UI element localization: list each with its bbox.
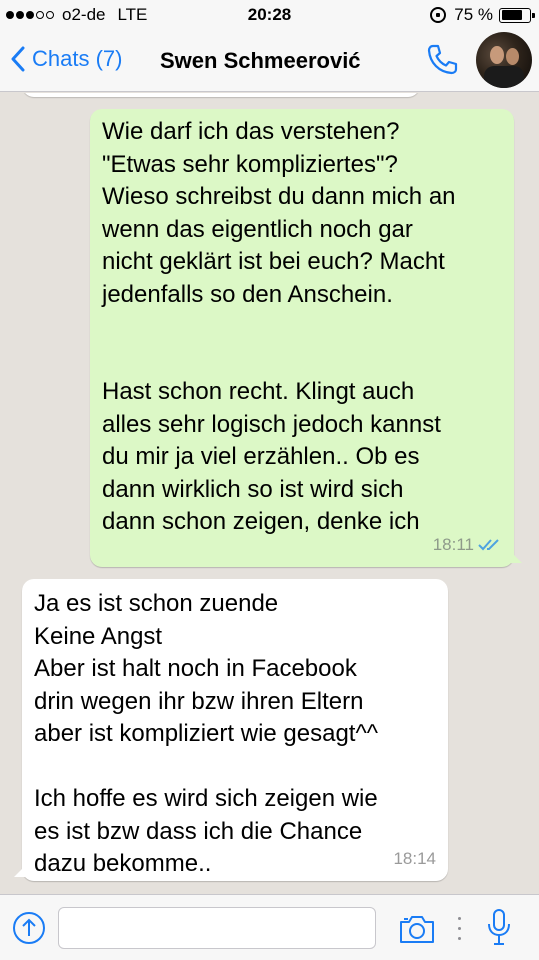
double-check-icon [478,539,499,551]
more-button[interactable] [454,913,464,943]
camera-button[interactable] [398,913,436,945]
camera-icon [400,916,434,943]
message-line: du mir ja viel erzählen.. Ob es [102,443,420,470]
battery-percent: 75 % [454,5,493,24]
contact-avatar[interactable] [476,32,532,88]
previous-message-bubble [22,93,420,97]
message-line: Wie darf ich das verstehen? [102,118,400,145]
call-button[interactable] [424,42,460,78]
message-line: wenn das eigentlich noch gar [102,215,413,243]
outgoing-message[interactable]: Wie darf ich das verstehen? "Etwas sehr … [90,109,514,567]
message-line: Ja es ist schon zuende [34,590,279,617]
contact-name[interactable]: Swen Schmeerović [160,48,361,74]
share-button[interactable] [12,911,46,945]
message-line: Ich hoffe es wird sich zeigen wie [34,785,378,812]
chevron-left-icon [11,46,25,72]
message-meta: 18:11 [433,529,502,562]
message-line: nicht geklärt ist bei euch? Macht [102,248,445,275]
status-right: 75 % [430,5,535,25]
battery-fill [501,10,522,20]
incoming-message[interactable]: Ja es ist schon zuende Keine Angst Aber … [22,579,448,881]
phone-icon [427,44,458,75]
microphone-icon [488,909,510,945]
message-line: Keine Angst [34,622,163,650]
message-line: Aber ist halt noch in Facebook [34,655,357,682]
status-bar: o2-de LTE 20:28 75 % [0,0,539,30]
back-button[interactable]: Chats (7) [10,46,122,72]
message-line: jedenfalls so den Anschein. [102,280,393,308]
rotation-lock-icon [430,7,447,23]
message-meta: 18:14 [393,843,436,876]
message-line: Hast schon recht. Klingt auch [102,378,415,405]
message-time: 18:11 [432,534,474,554]
message-line: aber ist kompliziert wie gesagt^^ [34,720,378,747]
message-line: "Etwas sehr kompliziertes"? [102,150,398,178]
back-button-label: Chats (7) [32,46,123,71]
message-list[interactable]: Wie darf ich das verstehen? "Etwas sehr … [0,93,539,894]
battery-icon [499,7,535,23]
message-line: es ist bzw dass ich die Chance [34,817,363,845]
message-line: alles sehr logisch jedoch kannst [102,410,441,438]
message-time: 18:14 [393,848,436,868]
message-line: dazu bekomme.. [34,850,212,877]
share-icon [13,912,45,944]
chat-header: Chats (7) Swen Schmeerović [0,30,539,92]
message-line: dann wirklich so ist wird sich [102,475,404,503]
more-icon [457,916,461,920]
microphone-button[interactable] [486,907,512,947]
message-line: drin wegen ihr bzw ihren Eltern [34,687,364,715]
message-input[interactable] [58,907,376,949]
compose-bar [0,894,539,960]
message-line: Wieso schreibst du dann mich an [102,183,456,210]
